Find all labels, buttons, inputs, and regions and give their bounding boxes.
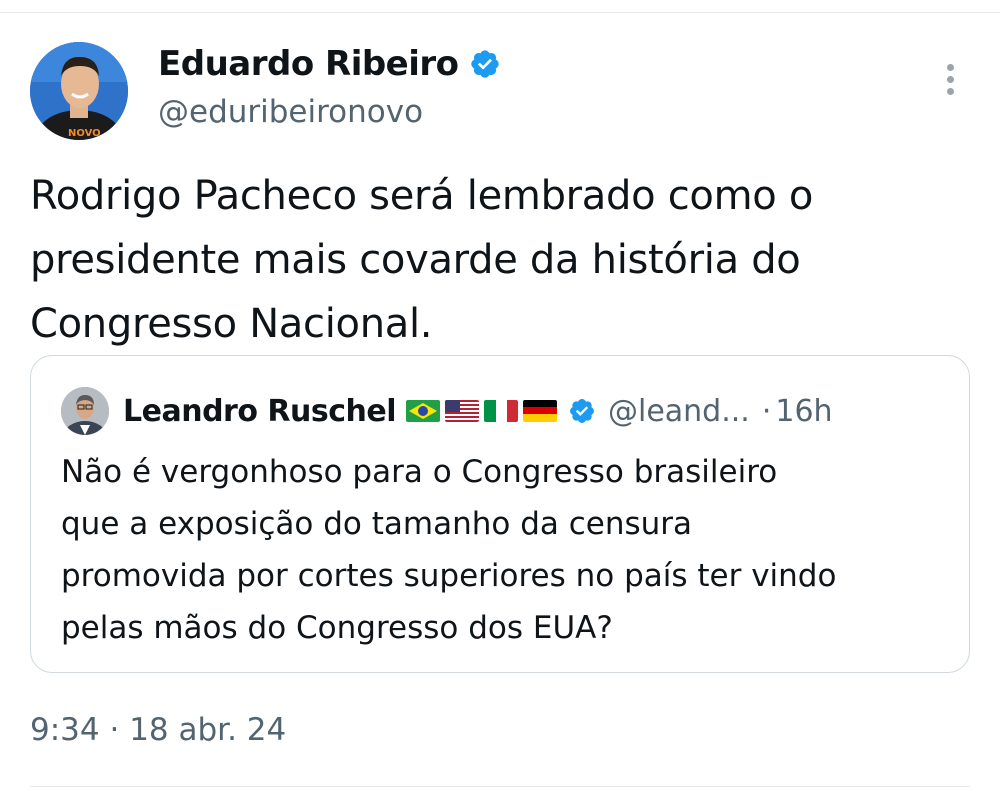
tweet-text-line: Congresso Nacional. — [30, 301, 433, 347]
top-divider — [0, 12, 1000, 13]
usa-flag-icon — [444, 400, 479, 422]
author-display-name-row[interactable]: Eduardo Ribeiro — [158, 44, 501, 84]
tweet-timestamp[interactable]: 9:34 · 18 abr. 24 — [30, 712, 286, 748]
verified-badge-icon — [570, 399, 594, 423]
quoted-author-avatar[interactable] — [61, 387, 109, 435]
more-vertical-icon[interactable] — [938, 64, 962, 100]
quoted-tweet-age[interactable]: 16h — [775, 394, 832, 429]
author-display-name[interactable]: Eduardo Ribeiro — [158, 44, 459, 84]
tweet-date[interactable]: 18 abr. 24 — [129, 712, 286, 748]
quoted-tweet-text: Não é vergonhoso para o Congresso brasil… — [61, 446, 941, 654]
italy-flag-icon — [483, 400, 518, 422]
tweet-text: Rodrigo Pacheco será lembrado como o pre… — [30, 164, 950, 356]
quoted-text-line: que a exposição do tamanho da censura — [61, 506, 693, 542]
separator-dot: · — [109, 712, 130, 748]
bottom-divider — [30, 786, 970, 787]
brazil-flag-icon — [405, 400, 440, 422]
author-avatar[interactable]: NOVO — [30, 42, 128, 140]
flag-emojis — [405, 400, 562, 422]
quoted-text-line: Não é vergonhoso para o Congresso brasil… — [61, 454, 778, 490]
quoted-text-line: promovida por cortes superiores no país … — [61, 558, 837, 594]
verified-badge-icon — [470, 50, 499, 78]
tweet-text-line: presidente mais covarde da história do — [30, 237, 801, 283]
quoted-author-handle[interactable]: @leand... — [608, 394, 750, 429]
separator-dot: · — [761, 393, 772, 429]
quoted-tweet-card[interactable]: Leandro Ruschel @leand... · 16h Não é ve… — [30, 355, 970, 673]
quoted-author-name[interactable]: Leandro Ruschel — [123, 394, 396, 429]
quoted-tweet-header: Leandro Ruschel @leand... · 16h — [123, 388, 833, 434]
author-handle[interactable]: @eduribeironovo — [158, 94, 423, 130]
tweet-time[interactable]: 9:34 — [30, 712, 100, 748]
quoted-text-line: pelas mãos do Congresso dos EUA? — [61, 610, 613, 646]
tweet-text-line: Rodrigo Pacheco será lembrado como o — [30, 173, 813, 219]
svg-text:NOVO: NOVO — [68, 128, 101, 139]
germany-flag-icon — [522, 400, 557, 422]
